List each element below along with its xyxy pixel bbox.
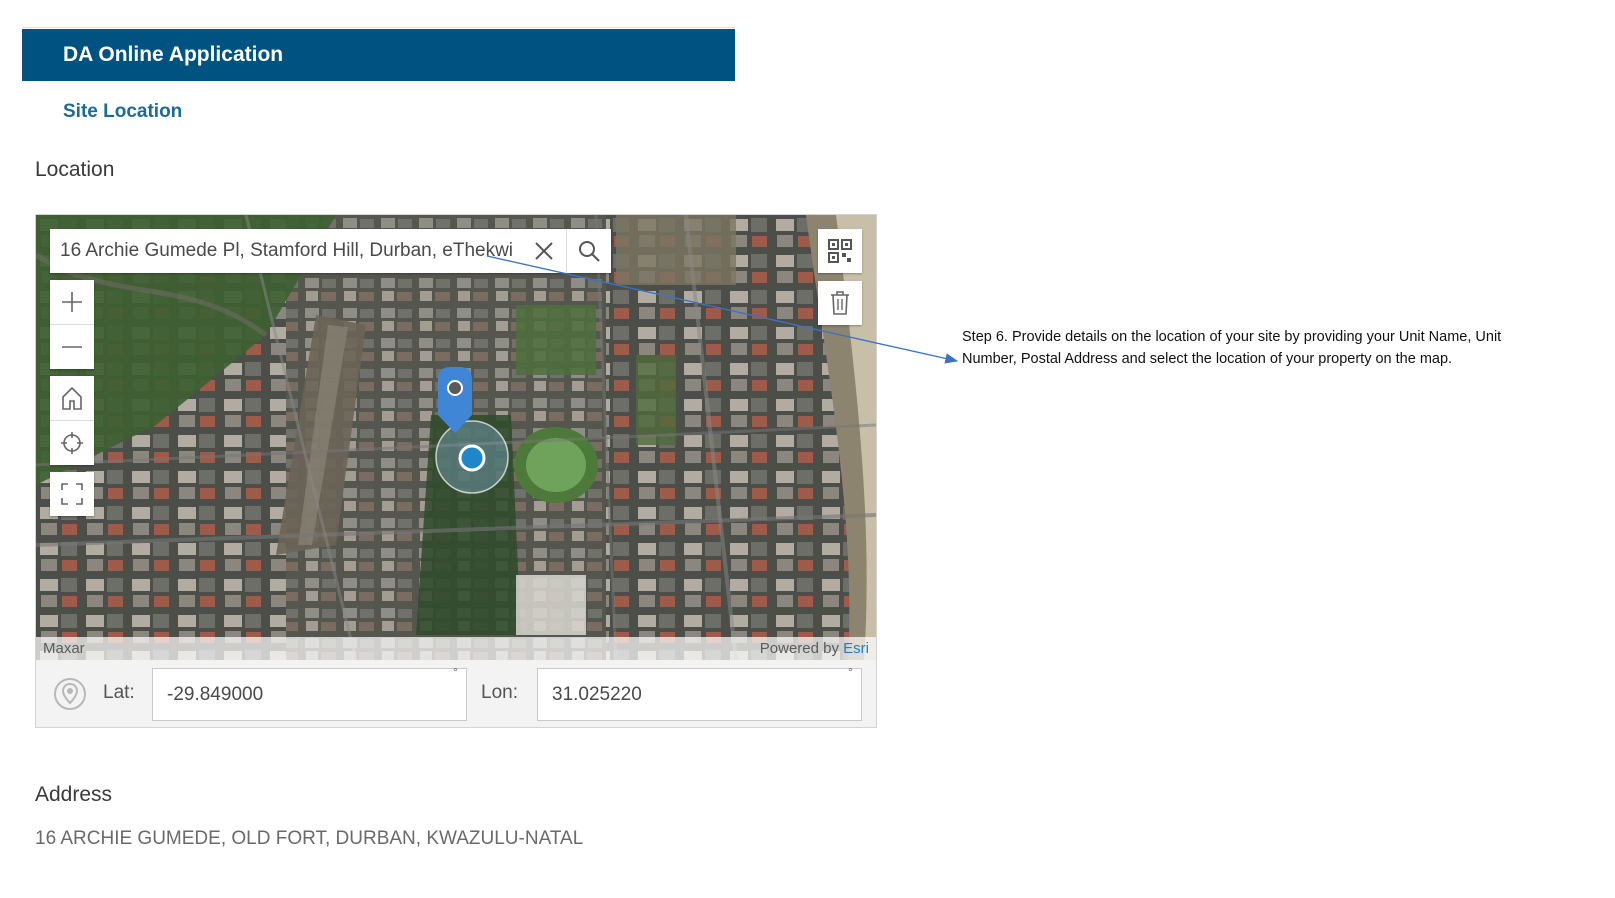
qr-code-icon — [828, 239, 852, 263]
map-attribution: Maxar Powered by Esri — [36, 637, 876, 660]
crosshair-icon — [61, 432, 83, 454]
zoom-in-button[interactable] — [50, 280, 94, 325]
map-view[interactable]: Maxar Powered by Esri — [36, 215, 876, 660]
plus-icon — [62, 292, 82, 312]
search-icon — [579, 241, 600, 262]
delete-button[interactable] — [818, 281, 862, 325]
longitude-input[interactable] — [537, 668, 862, 721]
clear-search-button[interactable] — [522, 229, 566, 273]
home-button[interactable] — [50, 376, 94, 421]
location-heading: Location — [35, 158, 115, 181]
lon-label: Lon: — [481, 682, 518, 703]
map-widget: Maxar Powered by Esri Lat: ° Lon: ° — [35, 214, 877, 728]
location-target-icon — [54, 678, 86, 710]
page-subtitle: Site Location — [63, 101, 183, 122]
close-icon — [535, 242, 553, 260]
latitude-input[interactable] — [152, 668, 467, 721]
address-heading: Address — [35, 783, 113, 806]
app-title: DA Online Application — [63, 43, 284, 66]
home-icon — [62, 386, 82, 410]
address-value: 16 ARCHIE GUMEDE, OLD FORT, DURBAN, KWAZ… — [35, 828, 584, 849]
lon-degree-symbol: ° — [848, 665, 853, 679]
coordinate-bar: Lat: ° Lon: ° — [36, 661, 876, 727]
step-annotation: Step 6. Provide details on the location … — [962, 329, 1502, 367]
header-top-rule — [22, 27, 735, 28]
esri-link[interactable]: Esri — [843, 640, 869, 657]
minus-icon — [62, 346, 82, 348]
powered-by-credit: Powered by Esri — [760, 640, 869, 657]
powered-by-label: Powered by — [759, 640, 839, 657]
search-button[interactable] — [566, 229, 611, 273]
trash-icon — [831, 291, 849, 315]
fullscreen-icon — [61, 483, 83, 505]
fullscreen-button[interactable] — [50, 472, 94, 516]
qr-code-button[interactable] — [818, 229, 862, 273]
zoom-out-button[interactable] — [50, 325, 94, 369]
location-target-icon[interactable] — [458, 444, 486, 472]
locate-button[interactable] — [50, 421, 94, 465]
address-search-input[interactable] — [50, 229, 522, 273]
lat-degree-symbol: ° — [453, 665, 458, 679]
address-search-box — [50, 229, 611, 273]
lat-label: Lat: — [103, 682, 135, 703]
imagery-credit: Maxar — [43, 640, 85, 657]
app-header: DA Online Application — [22, 29, 735, 81]
satellite-imagery[interactable] — [36, 215, 876, 660]
